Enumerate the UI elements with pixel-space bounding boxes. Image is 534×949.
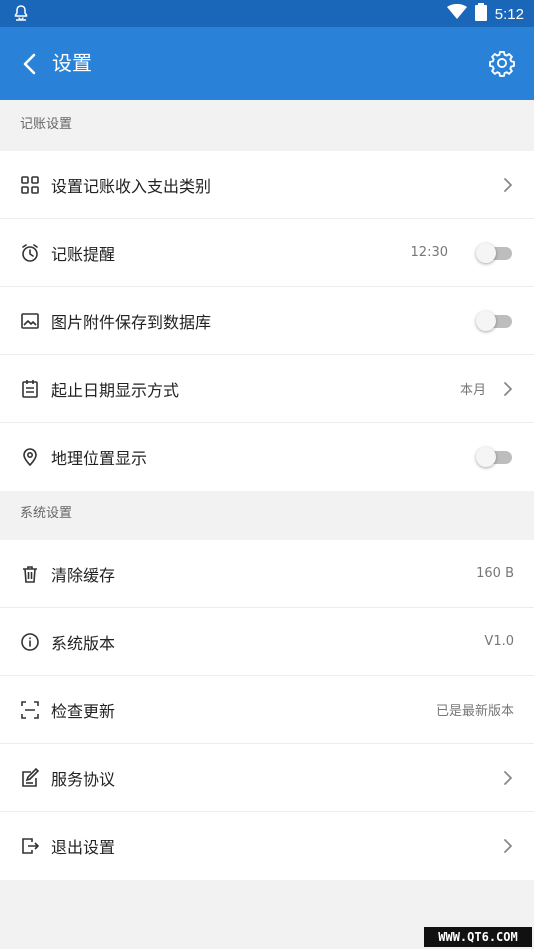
cache-size: 160 B — [476, 566, 514, 581]
section-header-system: 系统设置 — [20, 506, 73, 521]
grid-icon — [20, 175, 40, 195]
row-service-agreement[interactable]: 服务协议 — [0, 744, 534, 812]
row-date-display[interactable]: 起止日期显示方式 本月 — [0, 355, 534, 423]
system-settings-list: 清除缓存 160 B 系统版本 V1.0 检查更新 已是最新版本 服务协议 退出… — [0, 540, 534, 880]
alarm-icon — [20, 243, 40, 263]
page-title: 设置 — [52, 51, 92, 75]
section-header-bookkeeping: 记账设置 — [20, 117, 73, 132]
row-label: 设置记账收入支出类别 — [51, 176, 212, 196]
row-label: 系统版本 — [51, 633, 116, 653]
row-category-settings[interactable]: 设置记账收入支出类别 — [0, 151, 534, 219]
bookkeeping-settings-list: 设置记账收入支出类别 记账提醒 12:30 图片附件保存到数据库 起止日期显示方… — [0, 151, 534, 491]
chevron-right-icon — [502, 838, 514, 854]
row-system-version[interactable]: 系统版本 V1.0 — [0, 608, 534, 676]
chevron-right-icon — [502, 770, 514, 786]
info-icon — [20, 632, 40, 652]
row-reminder[interactable]: 记账提醒 12:30 — [0, 219, 534, 287]
row-image-attachment[interactable]: 图片附件保存到数据库 — [0, 287, 534, 355]
row-location-display[interactable]: 地理位置显示 — [0, 423, 534, 491]
row-label: 清除缓存 — [51, 565, 116, 585]
date-display-value: 本月 — [459, 383, 486, 398]
app-bar: 设置 — [0, 27, 534, 100]
scan-icon — [20, 700, 40, 720]
watermark: WWW.QT6.COM — [424, 927, 532, 947]
notification-icon — [12, 4, 30, 26]
reminder-time: 12:30 — [410, 245, 448, 260]
image-icon — [20, 311, 40, 331]
battery-icon — [474, 3, 487, 25]
row-label: 退出设置 — [51, 838, 116, 857]
location-toggle[interactable] — [476, 447, 512, 467]
status-time: 5:12 — [494, 5, 524, 23]
calendar-icon — [20, 379, 40, 399]
row-label: 图片附件保存到数据库 — [51, 312, 212, 332]
trash-icon — [20, 564, 40, 584]
update-status: 已是最新版本 — [435, 704, 514, 719]
row-label: 服务协议 — [51, 769, 116, 789]
row-label: 起止日期显示方式 — [51, 380, 180, 400]
chevron-right-icon — [502, 381, 514, 397]
location-icon — [20, 447, 40, 467]
edit-document-icon — [20, 767, 40, 788]
row-label: 地理位置显示 — [51, 449, 148, 468]
back-arrow-icon[interactable] — [16, 50, 44, 78]
chevron-right-icon — [502, 177, 514, 193]
status-bar: 5:12 — [0, 0, 534, 27]
gear-icon[interactable] — [488, 49, 516, 77]
image-attachment-toggle[interactable] — [476, 311, 512, 331]
logout-icon — [20, 836, 40, 856]
row-label: 记账提醒 — [51, 244, 116, 264]
row-label: 检查更新 — [51, 701, 116, 721]
row-check-update[interactable]: 检查更新 已是最新版本 — [0, 676, 534, 744]
version-value: V1.0 — [484, 634, 514, 649]
row-exit-settings[interactable]: 退出设置 — [0, 812, 534, 880]
wifi-icon — [446, 3, 467, 24]
reminder-toggle[interactable] — [476, 243, 512, 263]
row-clear-cache[interactable]: 清除缓存 160 B — [0, 540, 534, 608]
